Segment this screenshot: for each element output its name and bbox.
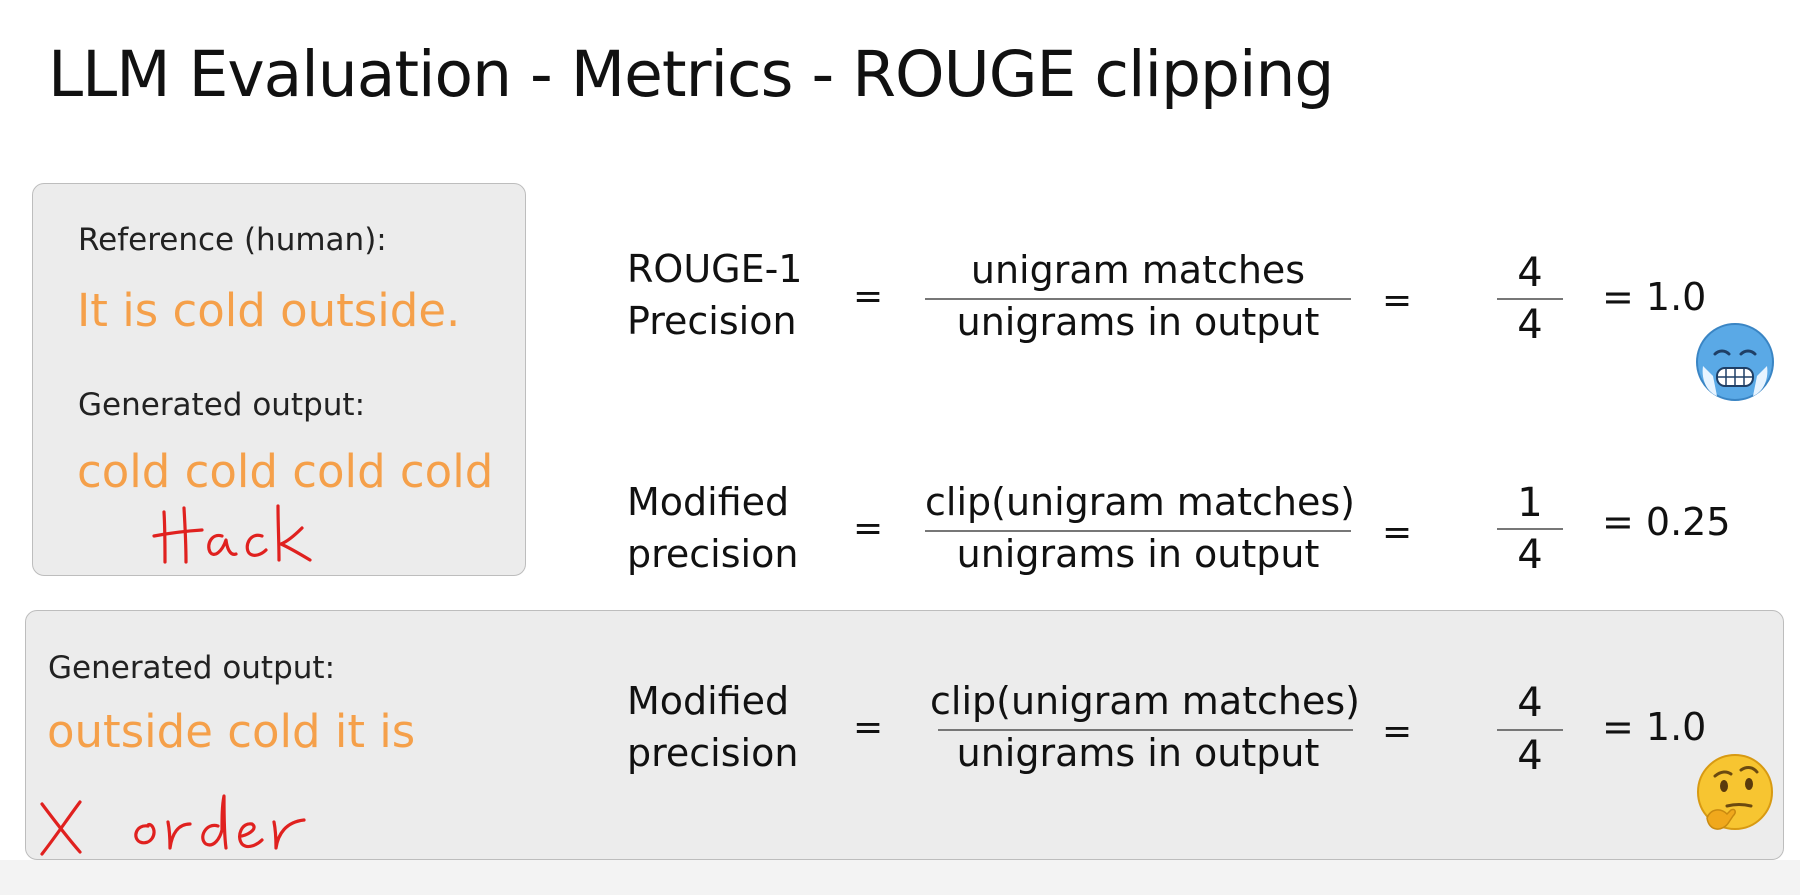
bottom-strip bbox=[0, 860, 1800, 895]
result-value: = 0.25 bbox=[1602, 500, 1731, 544]
equals-sign: = bbox=[853, 707, 884, 748]
row-label-line2: precision bbox=[627, 532, 799, 576]
result-value: = 1.0 bbox=[1602, 275, 1707, 319]
equals-sign: = bbox=[1382, 711, 1413, 752]
order-handwriting bbox=[40, 794, 306, 856]
value-fraction-bar bbox=[1497, 298, 1563, 300]
reference-label: Reference (human): bbox=[78, 222, 387, 258]
result-value: = 1.0 bbox=[1602, 705, 1707, 749]
value-fraction-bar bbox=[1497, 729, 1563, 731]
value-fraction-bar bbox=[1497, 528, 1563, 530]
value-numerator: 4 bbox=[1517, 250, 1543, 296]
value-denominator: 4 bbox=[1517, 532, 1543, 578]
equals-sign: = bbox=[853, 508, 884, 549]
equals-sign: = bbox=[1382, 280, 1413, 321]
row-label-line1: Modified bbox=[627, 679, 790, 723]
fraction-numerator: clip(unigram matches) bbox=[930, 679, 1360, 723]
fraction-numerator: unigram matches bbox=[970, 248, 1306, 292]
equals-sign: = bbox=[853, 276, 884, 317]
fraction-numerator: clip(unigram matches) bbox=[925, 480, 1355, 524]
row-label-line1: ROUGE-1 bbox=[627, 247, 803, 291]
cold-face-emoji bbox=[1696, 323, 1774, 401]
equals-sign: = bbox=[1382, 512, 1413, 553]
reference-text: It is cold outside. bbox=[77, 284, 461, 337]
generated-label-bottom: Generated output: bbox=[48, 650, 336, 686]
value-numerator: 1 bbox=[1517, 480, 1543, 526]
row-label-line2: precision bbox=[627, 731, 799, 775]
generated-text-top: cold cold cold cold bbox=[77, 445, 494, 498]
row-label-line2: Precision bbox=[627, 299, 797, 343]
value-denominator: 4 bbox=[1517, 733, 1543, 779]
generated-text-bottom: outside cold it is bbox=[47, 705, 416, 758]
hack-handwriting bbox=[152, 504, 312, 564]
fraction-denominator: unigrams in output bbox=[956, 731, 1320, 775]
value-numerator: 4 bbox=[1517, 680, 1543, 726]
thinking-face-emoji bbox=[1697, 754, 1773, 830]
fraction-denominator: unigrams in output bbox=[956, 300, 1320, 344]
rouge1-precision-label: ROUGE-1 Precision bbox=[627, 243, 802, 347]
modified-precision-label: Modified precision bbox=[627, 476, 798, 580]
generated-label-top: Generated output: bbox=[78, 387, 366, 423]
slide-title: LLM Evaluation - Metrics - ROUGE clippin… bbox=[48, 38, 1334, 111]
value-denominator: 4 bbox=[1517, 302, 1543, 348]
fraction-denominator: unigrams in output bbox=[956, 532, 1320, 576]
row-label-line1: Modified bbox=[627, 480, 790, 524]
modified-precision-label: Modified precision bbox=[627, 675, 798, 779]
